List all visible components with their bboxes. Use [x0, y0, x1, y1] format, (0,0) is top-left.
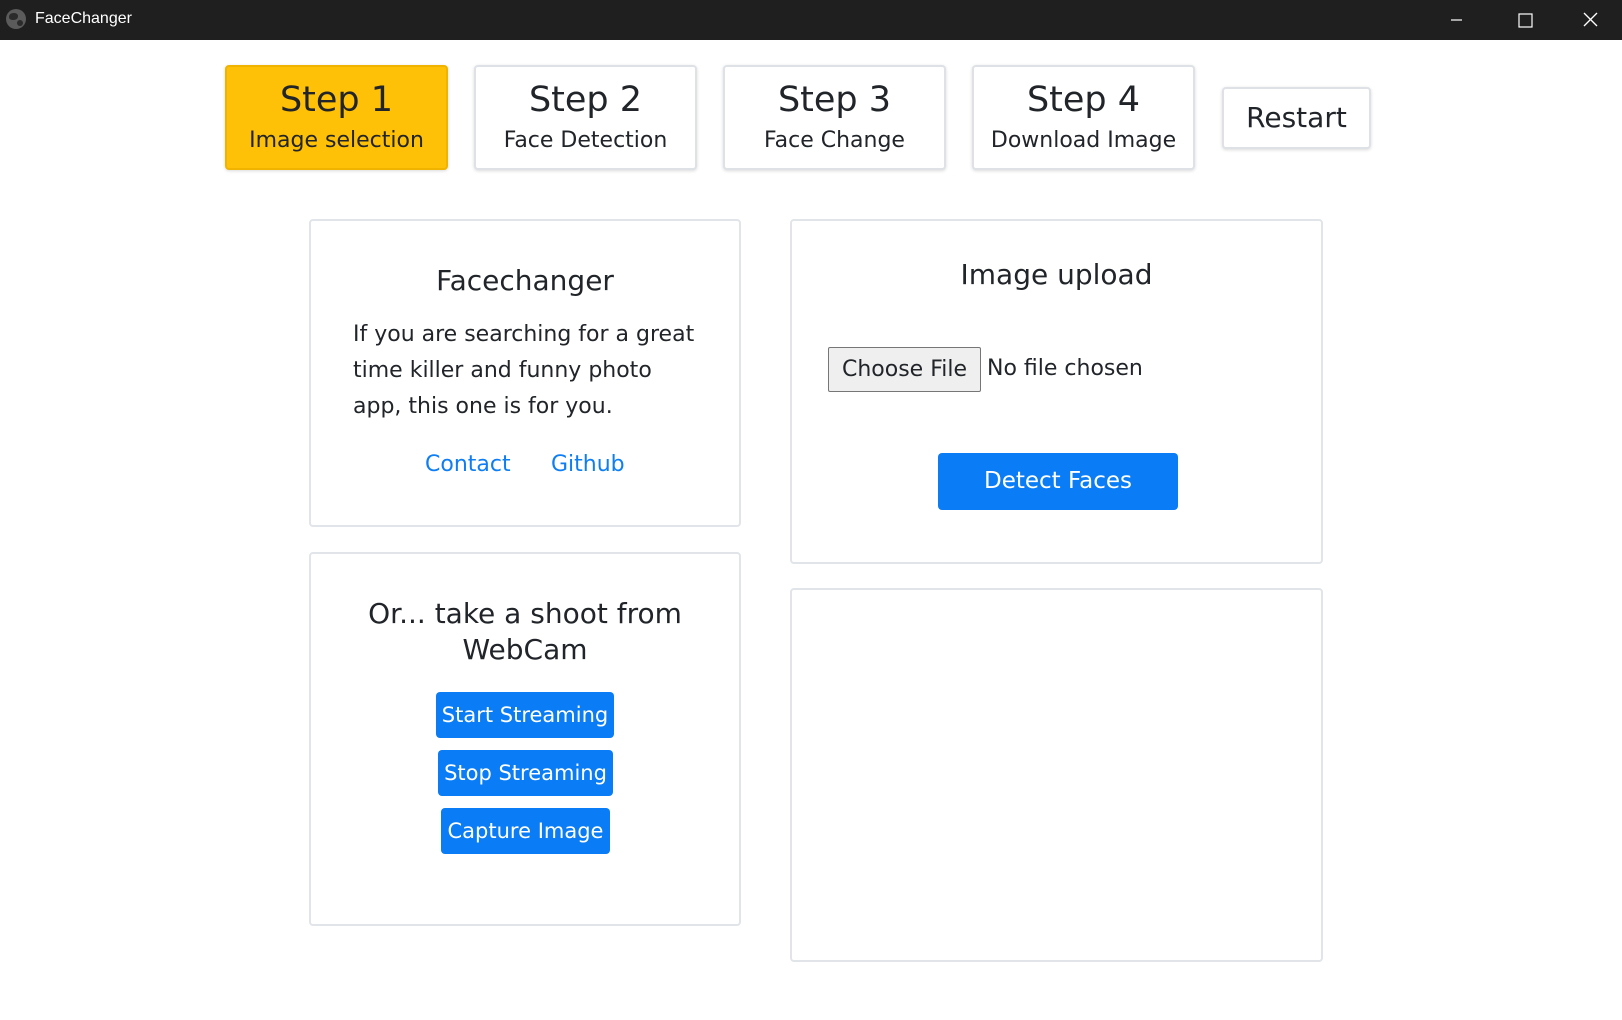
maximize-icon — [1518, 13, 1533, 28]
globe-icon — [6, 9, 26, 29]
step-4-button[interactable]: Step 4 Download Image — [972, 65, 1195, 170]
minimize-icon — [1451, 19, 1462, 21]
detect-faces-button[interactable]: Detect Faces — [938, 453, 1178, 510]
step-subtitle: Face Change — [764, 128, 905, 153]
step-title: Step 2 — [528, 80, 643, 120]
image-preview-card — [790, 588, 1323, 962]
contact-link[interactable]: Contact — [425, 449, 511, 481]
about-card: Facechanger If you are searching for a g… — [309, 219, 741, 527]
close-icon — [1583, 12, 1598, 27]
upload-title: Image upload — [960, 258, 1153, 291]
webcam-title: Or... take a shoot from WebCam — [368, 597, 682, 666]
restart-button[interactable]: Restart — [1222, 87, 1371, 149]
step-subtitle: Image selection — [249, 128, 424, 153]
window-title: FaceChanger — [35, 10, 132, 27]
file-status-text: No file chosen — [987, 356, 1143, 381]
start-streaming-button[interactable]: Start Streaming — [436, 692, 614, 738]
about-title: Facechanger — [436, 264, 614, 297]
step-1-button[interactable]: Step 1 Image selection — [225, 65, 448, 170]
webcam-card: Or... take a shoot from WebCam Start Str… — [309, 552, 741, 926]
step-title: Step 1 — [279, 80, 394, 120]
capture-image-button[interactable]: Capture Image — [441, 808, 610, 854]
image-upload-card: Image upload Choose File No file chosen … — [790, 219, 1323, 564]
step-title: Step 4 — [1026, 80, 1141, 120]
step-subtitle: Face Detection — [503, 128, 668, 153]
window-titlebar[interactable]: FaceChanger — [0, 0, 1622, 40]
choose-file-button[interactable]: Choose File — [828, 347, 981, 392]
step-3-button[interactable]: Step 3 Face Change — [723, 65, 946, 170]
maximize-button[interactable] — [1490, 0, 1558, 40]
step-2-button[interactable]: Step 2 Face Detection — [474, 65, 697, 170]
about-description: If you are searching for a great time ki… — [353, 322, 695, 419]
github-link[interactable]: Github — [551, 449, 625, 481]
close-button[interactable] — [1558, 0, 1622, 40]
step-subtitle: Download Image — [990, 128, 1177, 153]
minimize-button[interactable] — [1422, 0, 1490, 40]
stop-streaming-button[interactable]: Stop Streaming — [438, 750, 613, 796]
step-title: Step 3 — [777, 80, 892, 120]
